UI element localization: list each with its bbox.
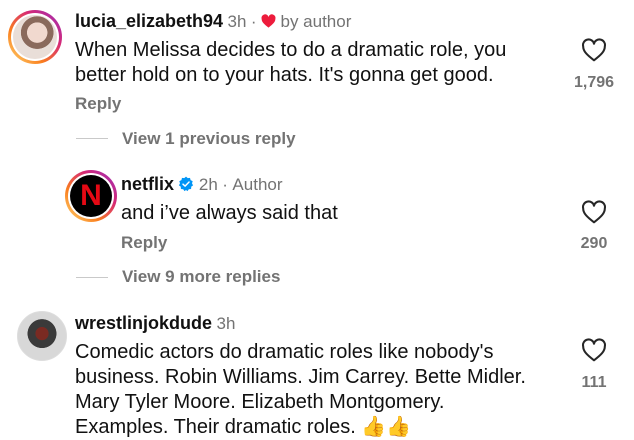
- reply-button[interactable]: Reply: [75, 94, 121, 114]
- comment-text: and i’ve always said that: [121, 201, 541, 226]
- comment-text-line: When Melissa decides to do a dramatic ro…: [75, 39, 507, 61]
- comment-text: Comedic actors do dramatic roles like no…: [75, 340, 565, 440]
- separator: ·: [250, 12, 257, 31]
- netflix-logo-letter: N: [80, 179, 102, 212]
- heart-outline-icon[interactable]: [581, 200, 607, 224]
- timestamp: 3h: [227, 12, 247, 31]
- verified-badge-icon: [179, 176, 194, 192]
- reply-button[interactable]: Reply: [121, 233, 167, 253]
- comment-header: wrestlinjokdude 3h: [75, 313, 235, 334]
- avatar-ring[interactable]: N: [65, 170, 117, 222]
- heart-outline-icon[interactable]: [581, 38, 607, 62]
- timestamp: 2h: [198, 175, 218, 194]
- avatar: [11, 13, 59, 61]
- heart-icon: [261, 14, 276, 28]
- username[interactable]: lucia_elizabeth94: [75, 11, 223, 31]
- comment-text-line: Examples. Their dramatic roles. 👍👍: [75, 416, 412, 438]
- comment-text-line: Comedic actors do dramatic roles like no…: [75, 341, 494, 363]
- like-count: 290: [580, 235, 608, 252]
- comment-text-line: better hold on to your hats. It's gonna …: [75, 64, 494, 86]
- avatar-ring[interactable]: [8, 10, 62, 64]
- heart-outline-icon[interactable]: [581, 338, 607, 362]
- netflix-avatar: N: [68, 173, 114, 219]
- username[interactable]: wrestlinjokdude: [75, 313, 212, 333]
- separator: ·: [222, 175, 228, 194]
- view-more-replies-link[interactable]: View 9 more replies: [122, 267, 280, 287]
- timestamp: 3h: [216, 314, 236, 333]
- comment-text: When Melissa decides to do a dramatic ro…: [75, 38, 555, 88]
- liked-by-author: by author: [280, 12, 352, 31]
- comment-text-line: and i’ve always said that: [121, 202, 338, 224]
- like-count: 1,796: [573, 74, 615, 91]
- comment-header: lucia_elizabeth94 3h · by author: [75, 11, 351, 32]
- thread-line: [76, 277, 108, 278]
- author-badge: Author: [232, 175, 283, 194]
- like-count: 111: [581, 374, 607, 391]
- avatar[interactable]: [17, 311, 67, 361]
- username[interactable]: netflix: [121, 174, 174, 194]
- comment-text-line: business. Robin Williams. Jim Carrey. Be…: [75, 366, 526, 388]
- thread-line: [76, 138, 108, 139]
- view-previous-replies-link[interactable]: View 1 previous reply: [122, 129, 296, 149]
- comment-header: netflix 2h · Author: [121, 174, 283, 195]
- comment-text-line: Mary Tyler Moore. Elizabeth Montgomery.: [75, 391, 445, 413]
